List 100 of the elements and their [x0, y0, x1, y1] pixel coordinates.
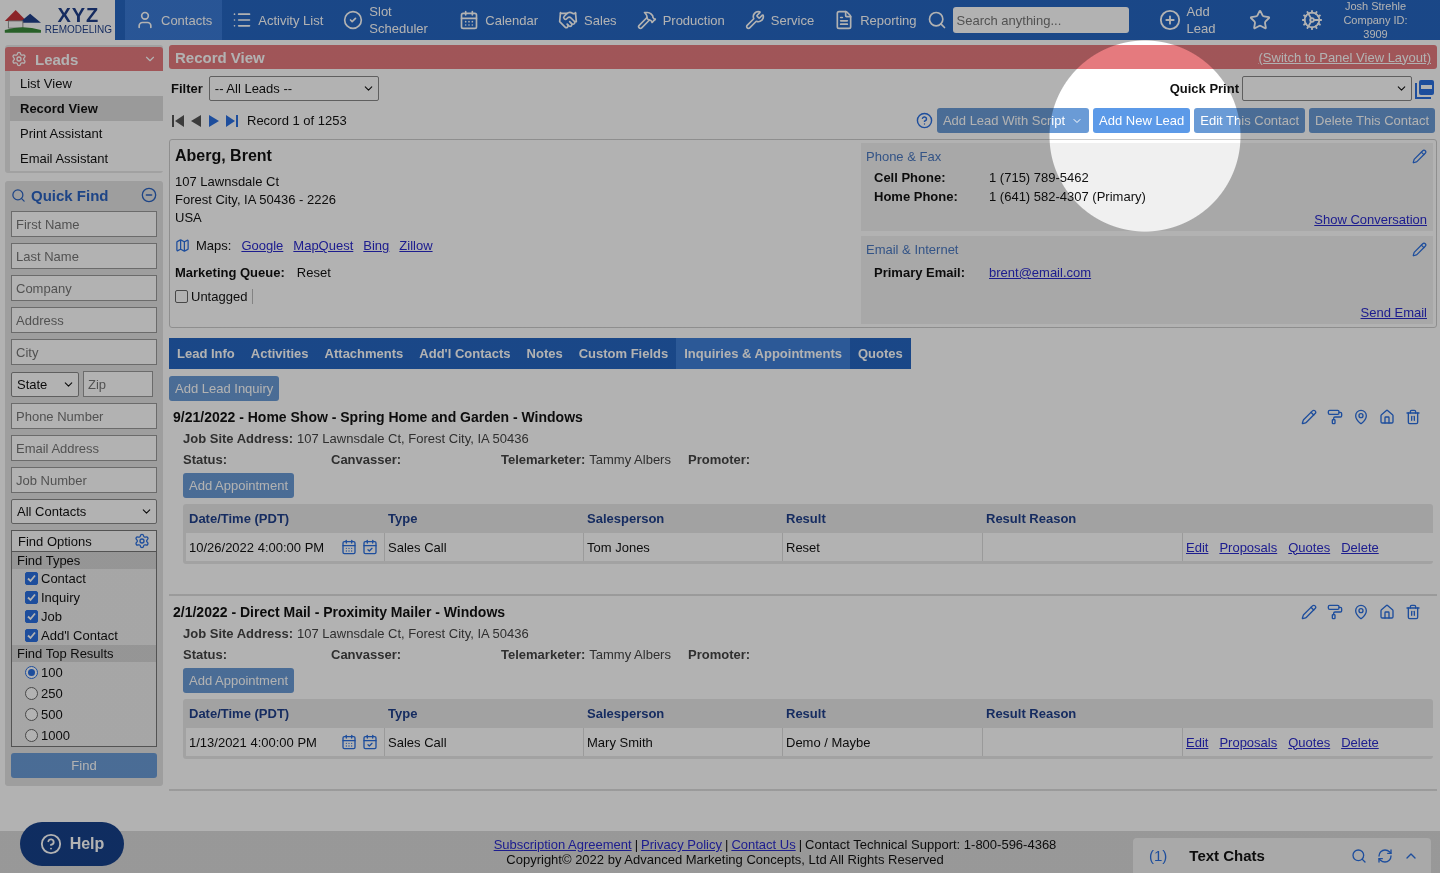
logo-subtitle: REMODELING [44, 25, 112, 35]
checkbox[interactable] [175, 290, 188, 303]
state-select[interactable]: State [11, 371, 79, 397]
search-field[interactable]: Search anything... [952, 7, 1129, 33]
search-icon [926, 10, 947, 30]
row-action-link[interactable]: Edit [1186, 539, 1209, 555]
find-button[interactable]: Find [11, 753, 157, 778]
paint-roller-icon [1327, 604, 1343, 620]
action-button[interactable]: Add New Lead [1093, 108, 1191, 133]
contacts-select[interactable]: All Contacts [11, 499, 157, 524]
add-appointment-button[interactable]: Add Appointment [183, 668, 295, 693]
leads-menu-header[interactable]: Leads [5, 47, 163, 71]
radio-button[interactable] [25, 708, 38, 721]
text-field[interactable]: Email Address [11, 435, 157, 461]
table-cell: Tom Jones [584, 533, 783, 561]
footer-link[interactable]: Subscription Agreement [493, 837, 632, 852]
field-label: Status: [183, 647, 229, 662]
radio-button[interactable] [25, 666, 38, 679]
row-action-link[interactable]: Delete [1341, 539, 1379, 555]
radio-button[interactable] [25, 729, 38, 742]
footer-link[interactable]: Privacy Policy [641, 837, 722, 852]
field-value: Tammy Albers [589, 452, 671, 467]
home-icon [1379, 604, 1395, 620]
help-button[interactable]: Help [20, 822, 124, 866]
row-action-link[interactable]: Edit [1186, 734, 1209, 750]
switch-layout-link[interactable]: (Switch to Panel View Layout) [1258, 49, 1431, 65]
trash-icon [1405, 604, 1421, 620]
row-action-link[interactable]: Proposals [1219, 734, 1278, 750]
row-action-link[interactable]: Delete [1341, 734, 1379, 750]
field-label: Promoter: [688, 647, 752, 662]
tab[interactable]: Attachments [316, 338, 412, 369]
menu-item[interactable]: List View [10, 71, 163, 96]
text-field[interactable]: Job Number [11, 467, 157, 493]
tab[interactable]: Activities [242, 338, 317, 369]
filter-select[interactable]: -- All Leads -- [208, 76, 379, 101]
copyright-text: Copyright© 2022 by Advanced Marketing Concepts, Ltd All Rights Reserved [505, 852, 944, 867]
add-appointment-button[interactable]: Add Appointment [183, 473, 295, 498]
row-action-link[interactable]: Quotes [1288, 734, 1331, 750]
separator-text: | [634, 837, 639, 852]
radio-button[interactable] [25, 687, 38, 700]
nav-item[interactable]: Contacts [125, 0, 223, 40]
row-action-link[interactable]: Proposals [1219, 539, 1278, 555]
handshake-icon [558, 10, 579, 30]
pencil-icon [1301, 409, 1317, 425]
table-cell: Demo / Maybe [783, 728, 983, 756]
pencil-icon [1301, 604, 1317, 620]
next-record-icon[interactable] [207, 113, 221, 128]
map-icon [175, 238, 190, 253]
inquiry-title: 2/1/2022 - Direct Mail - Proximity Mailer - Windows [173, 604, 506, 620]
tab[interactable]: Notes [518, 338, 571, 369]
map-link[interactable]: MapQuest [293, 238, 354, 253]
email-link[interactable]: brent@email.com [989, 265, 1092, 280]
text-chats-panel[interactable]: (1) Text Chats [1133, 838, 1431, 873]
panel-link[interactable]: Send Email [1360, 305, 1427, 320]
table-cell: Mary Smith [584, 728, 783, 756]
text-field[interactable]: Last Name [11, 243, 157, 269]
field-label: Canvasser: [331, 452, 403, 467]
checkbox-label: Contact [41, 571, 86, 586]
field-label: Telemarketer: [501, 647, 586, 662]
row-action-link[interactable]: Quotes [1288, 539, 1331, 555]
tab[interactable]: Lead Info [169, 338, 243, 369]
map-link[interactable]: Zillow [399, 238, 433, 253]
text-field[interactable]: Address [11, 307, 157, 333]
previous-record-icon[interactable] [189, 113, 203, 128]
user-name: Josh Strehle [1343, 0, 1408, 13]
menu-item[interactable]: Email Assistant [10, 146, 163, 171]
map-pin-icon [1353, 409, 1369, 425]
company-id: Company ID: 3909 [1342, 13, 1409, 41]
map-link[interactable]: Bing [363, 238, 390, 253]
pdf-icon[interactable] [1415, 78, 1435, 99]
tab[interactable]: Add'l Contacts [411, 338, 519, 369]
action-button[interactable]: Delete This Contact [1309, 108, 1435, 133]
company-logo[interactable]: XYZ REMODELING [0, 0, 115, 40]
radio-label: 250 [41, 686, 63, 701]
map-link[interactable]: Google [241, 238, 284, 253]
checkbox[interactable] [25, 629, 38, 642]
quick-print-select[interactable] [1242, 76, 1412, 101]
add-inquiry-button[interactable]: Add Lead Inquiry [169, 376, 280, 401]
checkbox[interactable] [25, 591, 38, 604]
action-button[interactable]: Edit This Contact [1194, 108, 1306, 133]
menu-item[interactable]: Record View [10, 96, 163, 121]
last-record-icon[interactable] [225, 113, 239, 128]
checkbox[interactable] [25, 610, 38, 623]
checkbox-label: Job [41, 609, 62, 624]
panel-link[interactable]: Show Conversation [1314, 212, 1427, 227]
tab[interactable]: Quotes [849, 338, 911, 369]
footer-link[interactable]: Contact Us [731, 837, 796, 852]
text-field[interactable]: First Name [11, 211, 157, 237]
zip-field[interactable]: Zip [83, 371, 153, 397]
menu-item[interactable]: Print Assistant [10, 121, 163, 146]
tab[interactable]: Inquiries & Appointments [676, 338, 850, 369]
checkbox[interactable] [25, 572, 38, 585]
text-field[interactable]: City [11, 339, 157, 365]
text-field[interactable]: Phone Number [11, 403, 157, 429]
checkbox-label: Untagged [191, 289, 254, 304]
tab[interactable]: Custom Fields [570, 338, 677, 369]
add-lead-button[interactable]: Add Lead [1158, 3, 1249, 37]
table-cell: Sales Call [385, 728, 584, 756]
first-record-icon[interactable] [171, 113, 185, 128]
text-field[interactable]: Company [11, 275, 157, 301]
